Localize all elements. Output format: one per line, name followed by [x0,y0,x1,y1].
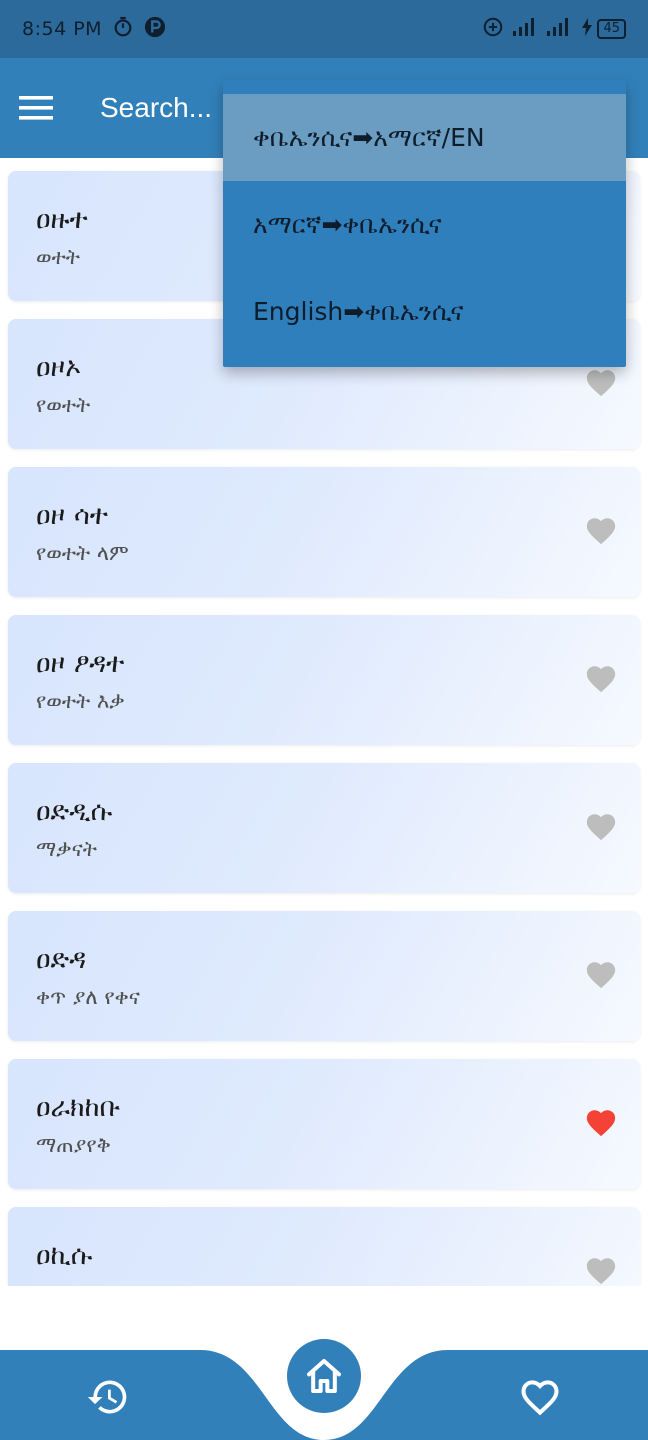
dropdown-item[interactable]: አማርኛ➡ቀቤኤንሲና [223,181,626,268]
home-button[interactable] [287,1339,361,1413]
status-left: 8:54 PM [22,16,166,43]
history-button[interactable] [82,1371,134,1423]
word-meaning: ቀጥ ያለ የቀና [36,985,140,1009]
heart-filled-icon [586,1110,616,1137]
favorite-toggle-button[interactable] [584,514,618,548]
hamburger-menu-icon [19,96,53,120]
word-text: ዐዞ ፆዳተ [36,648,125,679]
word-meaning: የወተት ላም [36,541,129,565]
word-card[interactable]: ዐዞ ሳተ የወተት ላም [8,467,640,597]
word-text: ዐራክከቡ [36,1092,121,1123]
heart-icon [586,518,616,545]
heart-icon [586,1258,616,1285]
data-saver-icon [482,16,504,42]
home-icon [307,1359,341,1393]
status-bar: 8:54 PM 45 [0,0,648,58]
status-time: 8:54 PM [22,18,103,40]
charging-icon [580,17,594,41]
app-screen: 8:54 PM 45 Search... ዐዙተ ወተት ዐዞኦ የወተት ዐዞ… [0,0,648,1440]
favorite-toggle-button[interactable] [584,1106,618,1140]
favorite-toggle-button[interactable] [584,366,618,400]
word-card[interactable]: ዐድዳ ቀጥ ያለ የቀና [8,911,640,1041]
heart-outline-icon [521,1380,559,1416]
status-right: 45 [482,16,626,42]
favorite-toggle-button[interactable] [584,1254,618,1286]
word-meaning: የወተት እቃ [36,689,125,713]
language-direction-dropdown: ቀቤኤንሲና➡አማርኛ/EN አማርኛ➡ቀቤኤንሲና English➡ቀቤኤንሲና [223,80,626,367]
word-card[interactable]: ዐራክከቡ ማጠያየቅ [8,1059,640,1189]
word-meaning: የወተት [36,393,91,417]
history-icon [87,1380,127,1414]
battery-indicator: 45 [580,17,626,41]
heart-icon [586,962,616,989]
favorites-button[interactable] [514,1371,566,1423]
parking-icon [144,16,166,43]
word-meaning: መጠን [36,1277,640,1286]
battery-level: 45 [597,19,626,39]
bottom-navigation [0,1286,648,1440]
heart-icon [586,814,616,841]
hamburger-menu-button[interactable] [0,58,72,158]
word-card[interactable]: ዐዞ ፆዳተ የወተት እቃ [8,615,640,745]
word-text: ዐዞ ሳተ [36,500,108,531]
timer-icon [112,16,134,43]
favorite-toggle-button[interactable] [584,958,618,992]
word-text: ዐኪሱ [36,1240,93,1271]
heart-icon [586,666,616,693]
word-meaning: ማቃናት [36,837,97,861]
dropdown-item[interactable]: English➡ቀቤኤንሲና [223,268,626,355]
word-text: ዐድዲሱ [36,796,113,827]
word-meaning: ማጠያየቅ [36,1133,111,1157]
dropdown-item[interactable]: ቀቤኤንሲና➡አማርኛ/EN [223,94,626,181]
signal-icon [546,17,572,41]
word-card[interactable]: ዐኪሱ መጠን [8,1207,640,1286]
favorite-toggle-button[interactable] [584,662,618,696]
word-text: ዐድዳ [36,944,87,975]
favorite-toggle-button[interactable] [584,810,618,844]
word-card[interactable]: ዐድዲሱ ማቃናት [8,763,640,893]
heart-icon [586,370,616,397]
signal-icon [512,17,538,41]
